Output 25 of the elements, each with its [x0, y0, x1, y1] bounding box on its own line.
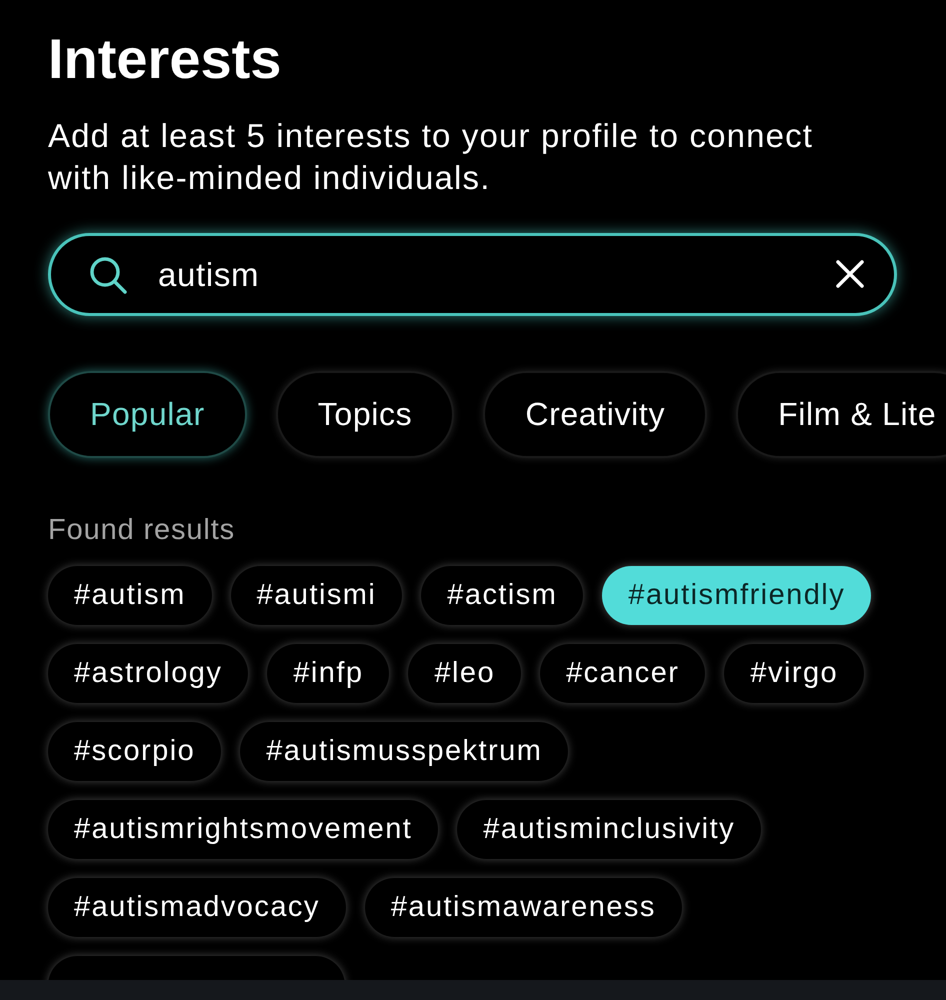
page-description: Add at least 5 interests to your profile to connect with like-minded individuals.: [48, 116, 814, 198]
results-heading: Found results: [48, 514, 236, 546]
hashtag-chip[interactable]: #scorpio: [48, 722, 222, 781]
hashtag-chip[interactable]: #actism: [421, 566, 584, 625]
hashtag-chip[interactable]: #infp: [267, 644, 390, 703]
hashtag-chip[interactable]: #autismadvocacy: [48, 878, 346, 937]
hashtag-chip[interactable]: #autismrightsmovement: [48, 800, 438, 859]
search-icon: [88, 255, 128, 295]
hashtag-chip[interactable]: #autismusspektrum: [240, 722, 568, 781]
category-tab[interactable]: Popular: [48, 371, 247, 458]
hashtag-chip[interactable]: #autism: [48, 566, 212, 625]
hashtag-chip[interactable]: #autismfriendly: [602, 566, 872, 625]
category-tab[interactable]: Film & Lite: [736, 371, 946, 458]
hashtag-chip[interactable]: #virgo: [724, 644, 864, 703]
page-title: Interests: [48, 27, 282, 91]
hashtag-chip[interactable]: #astrology: [48, 644, 248, 703]
close-icon: [835, 259, 865, 289]
hashtag-chip[interactable]: #leo: [408, 644, 522, 703]
hashtag-chip[interactable]: #cancer: [540, 644, 706, 703]
hashtag-chip[interactable]: #autisminclusivity: [457, 800, 762, 859]
hashtag-chip[interactable]: #autismi: [230, 566, 402, 625]
category-tab[interactable]: Topics: [276, 371, 454, 458]
search-field[interactable]: autism: [48, 233, 897, 316]
hashtag-chip[interactable]: #autismawareness: [364, 878, 682, 937]
category-tab[interactable]: Creativity: [483, 371, 708, 458]
